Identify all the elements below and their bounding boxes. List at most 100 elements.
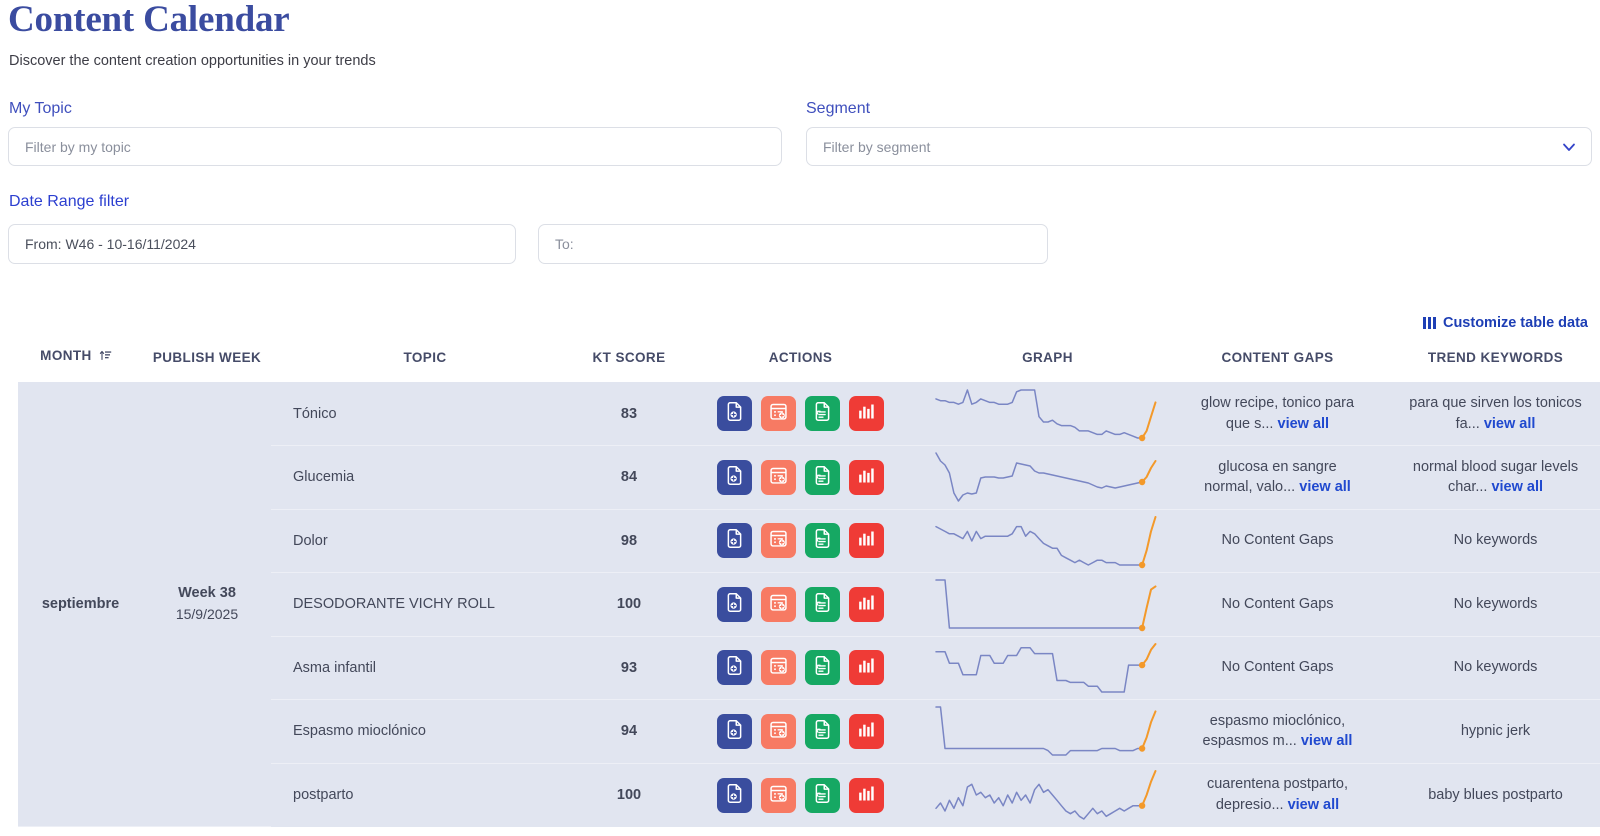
trend-keywords-cell: hypnic jerk (1382, 699, 1600, 764)
document-link-button[interactable] (805, 523, 840, 559)
document-link-icon (812, 465, 833, 490)
trend-keywords-cell: para que sirven los tonicos fa... view a… (1382, 382, 1600, 446)
view-stats-button[interactable] (849, 713, 884, 749)
document-add-icon (724, 719, 745, 744)
bar-chart-icon (856, 401, 877, 426)
document-link-button[interactable] (805, 459, 840, 495)
date-from-input[interactable]: From: W46 - 10-16/11/2024 (8, 224, 516, 264)
page-subtitle: Discover the content creation opportunit… (9, 53, 376, 69)
bar-chart-icon (856, 528, 877, 553)
create-brief-button[interactable] (717, 650, 752, 686)
document-link-button[interactable] (805, 650, 840, 686)
sort-ascending-icon[interactable] (99, 349, 112, 365)
content-gaps-cell: No Content Gaps (1173, 509, 1382, 573)
create-brief-button[interactable] (717, 713, 752, 749)
content-gaps-view-all-link[interactable]: view all (1278, 416, 1330, 432)
content-gaps-view-all-link[interactable]: view all (1299, 479, 1351, 495)
bar-chart-icon (856, 719, 877, 744)
content-gaps-view-all-link[interactable]: view all (1301, 733, 1353, 749)
kt-score-cell: 94 (579, 699, 679, 764)
add-to-calendar-button[interactable] (761, 459, 796, 495)
view-stats-button[interactable] (849, 650, 884, 686)
content-calendar-table: MONTH PUBLISH WEEK TOPIC KT SCORE ACTION… (0, 345, 1600, 836)
trend-keywords-view-all-link[interactable]: view all (1484, 416, 1536, 432)
trend-sparkline (934, 579, 1156, 632)
bar-chart-icon (856, 783, 877, 808)
topic-cell[interactable]: Asma infantil (271, 636, 579, 700)
document-link-icon (812, 401, 833, 426)
create-brief-button[interactable] (717, 586, 752, 622)
calendar-add-icon (768, 719, 789, 744)
topic-cell[interactable]: Glucemia (271, 445, 579, 510)
content-gaps-view-all-link[interactable]: view all (1288, 797, 1340, 813)
topic-label: Glucemia (293, 469, 355, 486)
add-to-calendar-button[interactable] (761, 650, 796, 686)
graph-cell[interactable] (922, 445, 1173, 510)
trend-keywords-view-all-link[interactable]: view all (1491, 479, 1543, 495)
customize-table-data-label: Customize table data (1442, 315, 1588, 331)
actions-cell (679, 445, 922, 510)
kt-score-value: 83 (620, 405, 638, 422)
kt-score-value: 84 (620, 469, 638, 486)
topic-cell[interactable]: Espasmo mioclónico (271, 699, 579, 764)
column-header-month-label: MONTH (40, 348, 92, 363)
kt-score-cell: 93 (579, 636, 679, 700)
segment-select[interactable]: Filter by segment (806, 127, 1592, 166)
customize-table-data-button[interactable]: Customize table data (1422, 315, 1588, 331)
view-stats-button[interactable] (849, 586, 884, 622)
column-header-month[interactable]: MONTH (9, 345, 143, 382)
column-header-topic[interactable]: TOPIC (271, 345, 579, 382)
document-add-icon (724, 401, 745, 426)
topic-label: Dolor (293, 532, 328, 549)
my-topic-input[interactable]: Filter by my topic (8, 127, 782, 166)
add-to-calendar-button[interactable] (761, 523, 796, 559)
document-link-button[interactable] (805, 586, 840, 622)
chevron-down-icon[interactable] (1561, 139, 1577, 155)
actions-cell (679, 382, 922, 446)
view-stats-button[interactable] (849, 523, 884, 559)
create-brief-button[interactable] (717, 459, 752, 495)
column-header-publish-week[interactable]: PUBLISH WEEK (143, 345, 271, 382)
topic-cell[interactable]: Dolor (271, 509, 579, 573)
graph-cell[interactable] (922, 699, 1173, 764)
add-to-calendar-button[interactable] (761, 586, 796, 622)
create-brief-button[interactable] (717, 396, 752, 431)
document-link-button[interactable] (805, 396, 840, 431)
date-range-label: Date Range filter (9, 193, 130, 210)
trend-sparkline (934, 770, 1156, 820)
date-to-input[interactable]: To: (538, 224, 1048, 264)
create-brief-button[interactable] (717, 523, 752, 559)
publish-week-name: Week 38 (178, 585, 236, 602)
topic-cell[interactable]: DESODORANTE VICHY ROLL (271, 572, 579, 637)
graph-cell[interactable] (922, 636, 1173, 700)
view-stats-button[interactable] (849, 396, 884, 431)
kt-score-cell: 100 (579, 763, 679, 827)
add-to-calendar-button[interactable] (761, 777, 796, 813)
document-link-button[interactable] (805, 777, 840, 813)
graph-cell[interactable] (922, 382, 1173, 446)
topic-cell[interactable]: postparto (271, 763, 579, 827)
view-stats-button[interactable] (849, 777, 884, 813)
document-link-button[interactable] (805, 713, 840, 749)
column-header-kt-score[interactable]: KT SCORE (579, 345, 679, 382)
graph-cell[interactable] (922, 572, 1173, 637)
trend-keywords-cell: No keywords (1382, 572, 1600, 637)
kt-score-value: 100 (616, 596, 642, 613)
view-stats-button[interactable] (849, 459, 884, 495)
content-gaps-cell: cuarentena postparto, depresio... view a… (1173, 763, 1382, 827)
add-to-calendar-button[interactable] (761, 396, 796, 431)
kt-score-cell: 83 (579, 382, 679, 446)
add-to-calendar-button[interactable] (761, 713, 796, 749)
document-add-icon (724, 783, 745, 808)
actions-cell (679, 572, 922, 637)
graph-cell[interactable] (922, 509, 1173, 573)
kt-score-value: 100 (616, 787, 642, 803)
segment-placeholder: Filter by segment (823, 138, 931, 155)
topic-cell[interactable]: Tónico (271, 382, 579, 446)
trend-sparkline (934, 452, 1156, 502)
content-gaps-text: No Content Gaps (1221, 532, 1334, 549)
graph-cell[interactable] (922, 763, 1173, 827)
table-row[interactable]: septiembre Week 38 15/9/2025 Tónico 83 glow … (0, 382, 1600, 827)
create-brief-button[interactable] (717, 777, 752, 813)
calendar-add-icon (768, 592, 789, 617)
